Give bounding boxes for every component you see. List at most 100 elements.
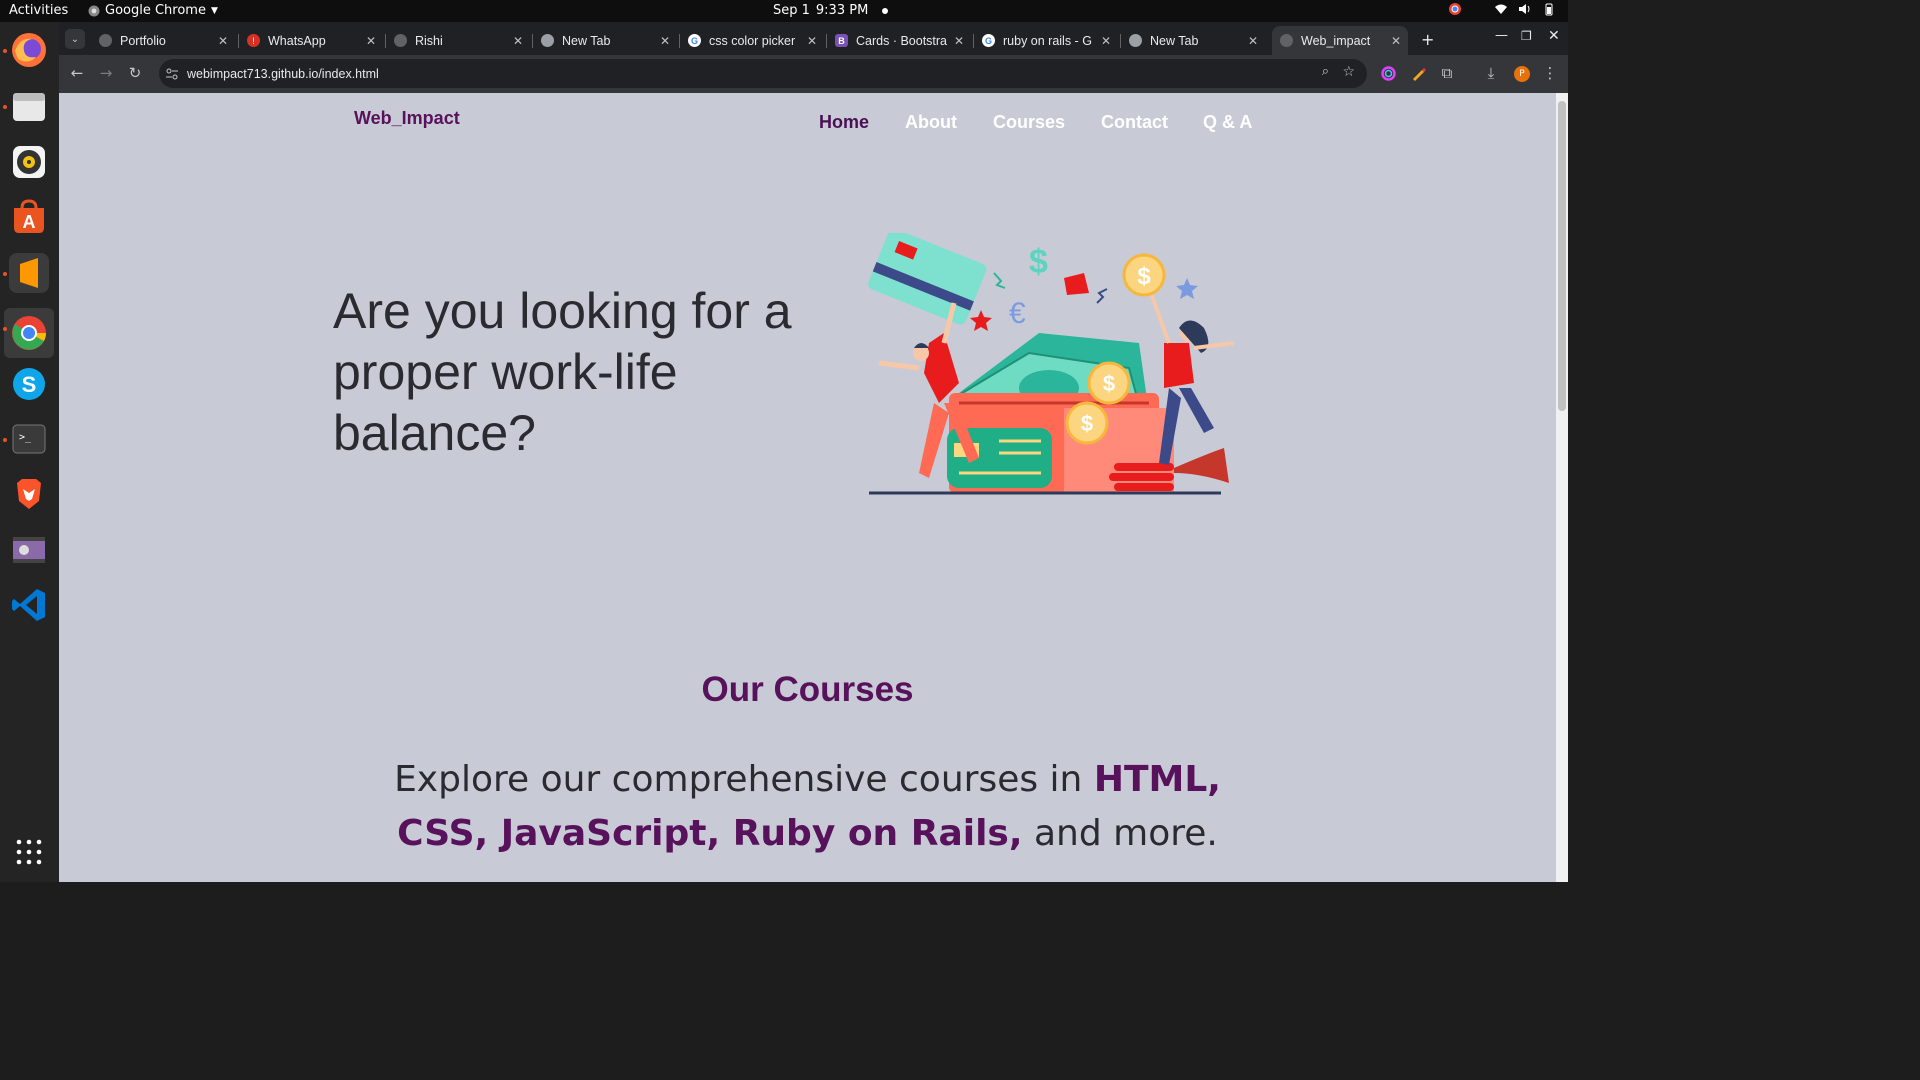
close-icon[interactable]: ✕ [1098,34,1114,48]
app-menu[interactable]: Google Chrome ▼ [88,3,218,18]
tab-title: Cards · Bootstra [856,33,948,48]
nav-home[interactable]: Home [819,112,869,133]
skype-icon[interactable]: S [9,364,49,404]
nav-about[interactable]: About [905,112,957,133]
app-grid-icon[interactable] [9,832,49,872]
tab-web-impact[interactable]: Web_impact ✕ [1272,26,1408,55]
url-text: webimpact713.github.io/index.html [187,66,379,81]
chrome-small-icon [88,5,100,16]
zoom-icon[interactable]: ⌕ [1322,64,1329,79]
tab-new-tab-2[interactable]: New Tab ✕ [1121,26,1265,55]
google-icon: G [982,34,995,47]
forward-arrow-icon[interactable]: → [96,63,116,83]
reload-icon[interactable]: ↻ [125,63,145,83]
tab-title: ruby on rails - G [1003,33,1092,48]
tab-title: Portfolio [120,33,166,48]
close-icon[interactable]: ✕ [1388,34,1404,48]
section-description: Explore our comprehensive courses in HTM… [389,753,1226,861]
date-label: Sep 1 [773,3,810,18]
new-tab-button[interactable]: + [1421,30,1434,49]
tab-title: css color picker [709,33,796,48]
close-icon[interactable]: ✕ [804,34,820,48]
dock: A S >_ [0,22,59,882]
app-center-icon[interactable]: A [9,197,49,237]
video-icon[interactable] [9,530,49,570]
color-extension-icon[interactable] [1381,66,1396,81]
tab-title: Rishi [415,33,443,48]
description-suffix: and more. [1022,813,1218,854]
restore-button[interactable]: ❐ [1521,29,1532,43]
page-scrollbar[interactable] [1556,93,1568,882]
tab-search-button[interactable]: ⌄ [65,29,85,49]
system-tray[interactable] [1448,2,1556,16]
back-arrow-icon[interactable]: ← [67,63,87,83]
google-icon: G [688,34,701,47]
close-icon[interactable]: ✕ [951,34,967,48]
site-brand[interactable]: Web_Impact [354,108,460,129]
firefox-icon[interactable] [9,30,49,70]
tab-ruby-on-rails[interactable]: G ruby on rails - G ✕ [974,26,1118,55]
download-icon[interactable]: ⤓ [1481,63,1501,83]
nav-q-and-a[interactable]: Q & A [1203,112,1252,133]
close-icon[interactable]: ✕ [657,34,673,48]
battery-icon [1545,3,1553,16]
svg-text:S: S [22,372,37,397]
vscode-icon[interactable] [9,585,49,625]
tab-title: New Tab [1150,33,1199,48]
chrome-icon [541,34,554,47]
section-title: Our Courses [701,670,914,709]
rhythmbox-icon[interactable] [9,142,49,182]
tab-whatsapp[interactable]: ! WhatsApp ✕ [239,26,383,55]
close-window-button[interactable]: ✕ [1548,28,1560,44]
tab-title: New Tab [562,33,611,48]
activities-button[interactable]: Activities [9,3,68,18]
extensions-puzzle-icon[interactable]: ⧉ [1437,63,1457,83]
description-prefix: Explore our comprehensive courses in [394,759,1094,800]
scrollbar-thumb[interactable] [1558,101,1566,411]
tab-title: WhatsApp [268,33,326,48]
app-menu-label: Google Chrome [105,3,206,18]
chrome-icon [1129,34,1142,47]
sublime-text-icon[interactable] [9,253,49,293]
globe-icon [99,34,112,47]
brave-icon[interactable] [9,474,49,514]
globe-icon [1280,34,1293,47]
close-icon[interactable]: ✕ [510,34,526,48]
files-icon[interactable] [9,86,49,126]
svg-text:>_: >_ [19,432,32,443]
browser-toolbar: ← → ↻ webimpact713.github.io/index.html … [59,55,1568,93]
pencil-extension-icon[interactable] [1411,66,1426,81]
webpage: Web_Impact Home About Courses Contact Q … [59,93,1556,882]
bookmark-star-icon[interactable]: ☆ [1342,64,1355,80]
address-bar[interactable]: webimpact713.github.io/index.html ⌕ ☆ [159,59,1367,88]
volume-icon [1519,4,1530,14]
terminal-icon[interactable]: >_ [9,419,49,459]
close-icon[interactable]: ✕ [1245,34,1261,48]
tab-bootstrap-cards[interactable]: B Cards · Bootstra ✕ [827,26,971,55]
tab-portfolio[interactable]: Portfolio ✕ [91,26,235,55]
menu-kebab-icon[interactable]: ⋮ [1540,63,1560,83]
svg-text:€: € [1009,297,1026,330]
chevron-down-icon: ▼ [210,5,218,16]
chrome-tray-icon[interactable] [1448,2,1462,16]
tab-title: Web_impact [1301,33,1371,48]
profile-avatar[interactable]: P [1514,66,1530,82]
nav-courses[interactable]: Courses [993,112,1065,133]
chrome-icon[interactable] [4,308,54,358]
nav-contact[interactable]: Contact [1101,112,1168,133]
close-icon[interactable]: ✕ [215,34,231,48]
tab-rishi[interactable]: Rishi ✕ [386,26,530,55]
system-top-bar: Activities Google Chrome ▼ Sep 1 9:33 PM [0,0,1568,22]
svg-text:$: $ [1137,263,1151,290]
tab-strip: ⌄ Portfolio ✕ ! WhatsApp ✕ Rishi ✕ New T… [59,22,1568,55]
hero-headline: Are you looking for a proper work-life b… [333,283,792,461]
tab-css-color-picker[interactable]: G css color picker ✕ [680,26,824,55]
site-info-icon[interactable] [166,68,178,80]
minimize-button[interactable]: — [1495,28,1508,43]
tab-new-tab[interactable]: New Tab ✕ [533,26,677,55]
finance-illustration: $ $ $ $ € [868,233,1235,495]
close-icon[interactable]: ✕ [363,34,379,48]
wifi-icon [1495,4,1507,14]
clock[interactable]: Sep 1 9:33 PM [773,3,889,18]
whatsapp-icon: ! [247,34,260,47]
